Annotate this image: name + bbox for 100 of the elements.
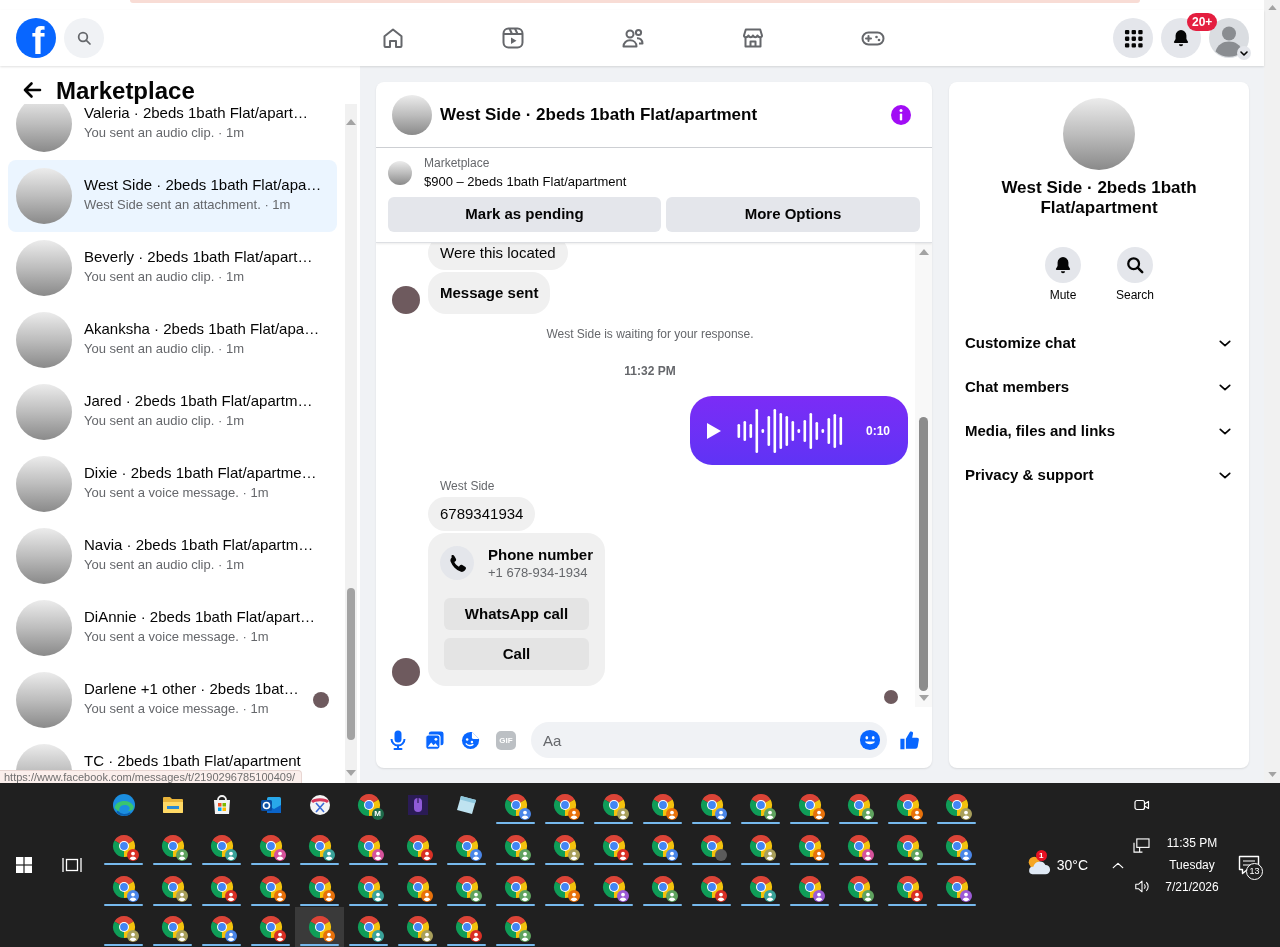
chevron-down-icon[interactable] [1237, 46, 1251, 60]
message-preview: You sent a voice message. · 1m [84, 485, 269, 501]
listing-summary: $900 – 2beds 1bath Flat/apartment [424, 174, 627, 190]
browser-icon [503, 874, 528, 899]
scissors-icon [307, 792, 332, 817]
mouse-icon [405, 792, 430, 817]
info-icon[interactable] [891, 104, 911, 125]
thumbs-up-icon[interactable] [899, 729, 921, 751]
browser-icon [356, 792, 381, 817]
grid-menu-icon [1123, 28, 1143, 48]
microphone-icon[interactable] [390, 730, 406, 750]
browser-icon [356, 874, 381, 899]
play-icon[interactable] [707, 422, 721, 439]
conversation-row[interactable]: Darlene +1 other · 2beds 1bat… You sent a voice message. · 1m [8, 664, 337, 736]
listing-photo [388, 161, 412, 185]
browser-icon [552, 874, 577, 899]
card-action-button[interactable]: Call [444, 638, 589, 670]
browser-icon [699, 874, 724, 899]
message-input[interactable]: Aa [531, 722, 887, 758]
browser-icon [111, 874, 136, 899]
browser-icon [748, 792, 773, 817]
conversation-title: Darlene +1 other · 2beds 1bat… [84, 680, 299, 698]
audio-duration: 0:10 [865, 423, 890, 438]
image-icon[interactable] [424, 730, 444, 750]
browser-icon [111, 792, 136, 817]
network-icon[interactable] [1133, 838, 1150, 853]
conversation-row[interactable]: Beverly · 2beds 1bath Flat/apart… You sent an audio clip. · 1m [8, 232, 337, 304]
browser-icon [846, 874, 871, 899]
clock-date: 7/21/2026 [1165, 879, 1219, 896]
browser-icon [503, 792, 528, 817]
phone-number: +1 678-934-1934 [488, 564, 588, 581]
conversation-row[interactable]: Navia · 2beds 1bath Flat/apartm… You sent an audio clip. · 1m [8, 520, 337, 592]
browser-icon [650, 833, 675, 858]
logo[interactable]: f [16, 18, 56, 58]
browser-icon [552, 792, 577, 817]
message-preview: You sent an audio clip. · 1m [84, 557, 244, 573]
conversation-title: Akanksha · 2beds 1bath Flat/apa… [84, 320, 320, 338]
action-button[interactable]: Mark as pending [388, 197, 661, 232]
conversation-title: West Side · 2beds 1bath Flat/apa… [84, 176, 322, 194]
browser-icon [650, 792, 675, 817]
search-button[interactable] [1117, 247, 1153, 283]
bell-icon [1053, 255, 1073, 275]
speaker-icon[interactable] [1133, 879, 1150, 894]
taskbar-app-button[interactable] [295, 907, 344, 947]
listing-photo [16, 600, 72, 656]
card-title: Phone number [488, 545, 593, 564]
menu-button[interactable] [1113, 18, 1153, 58]
message-bubble: 6789341934 [428, 497, 536, 531]
listing-photo [16, 168, 72, 224]
browser-icon [356, 833, 381, 858]
phone-icon [440, 546, 474, 580]
action-button[interactable]: More Options [666, 197, 920, 232]
section-header[interactable]: Media, files and links [949, 409, 1249, 453]
card-action-button[interactable]: WhatsApp call [444, 598, 589, 630]
conversation-row[interactable]: Akanksha · 2beds 1bath Flat/apa… You sent an audio clip. · 1m [8, 304, 337, 376]
listing-photo [16, 240, 72, 296]
message-preview: You sent a voice message. · 1m [84, 629, 269, 645]
emoji-icon[interactable] [859, 729, 881, 751]
back-arrow-icon[interactable] [22, 80, 42, 100]
message-preview: You sent a voice message. · 1m [84, 701, 269, 717]
section-header[interactable]: Privacy & support [949, 453, 1249, 497]
browser-icon [405, 874, 430, 899]
scrollbar-thumb[interactable] [347, 588, 355, 740]
listing-photo [16, 384, 72, 440]
browser-icon [160, 833, 185, 858]
browser-icon [846, 792, 871, 817]
chevron-up-icon[interactable] [1112, 861, 1124, 869]
windows-icon[interactable] [16, 857, 32, 873]
clock-day: Tuesday [1169, 854, 1215, 876]
mute-button[interactable] [1045, 247, 1081, 283]
sticker-icon[interactable] [460, 730, 480, 750]
seen-avatar [884, 690, 898, 704]
conversation-title: Navia · 2beds 1bath Flat/apartm… [84, 536, 314, 554]
conversation-row[interactable]: Dixie · 2beds 1bath Flat/apartme… You sent a voice message. · 1m [8, 448, 337, 520]
browser-icon [699, 792, 724, 817]
browser-icon [601, 833, 626, 858]
browser-icon [944, 874, 969, 899]
conversation-row[interactable]: Valeria · 2beds 1bath Flat/apart… You sent an audio clip. · 1m [8, 104, 337, 160]
browser-icon [503, 833, 528, 858]
notification-center-icon[interactable] [1238, 855, 1260, 875]
browser-icon [454, 833, 479, 858]
browser-icon [111, 833, 136, 858]
browser-icon [748, 833, 773, 858]
scrollbar-thumb[interactable] [919, 417, 928, 691]
page-title: Marketplace [56, 78, 195, 104]
taskbar-app-button[interactable]: M [344, 784, 393, 825]
conversation-name: West Side · 2beds 1bath Flat/apartment [1000, 178, 1198, 218]
conversation-row[interactable]: West Side · 2beds 1bath Flat/apa… West Side sent an attachment. · 1m [8, 160, 337, 232]
browser-icon [797, 833, 822, 858]
conversation-row[interactable]: Jared · 2beds 1bath Flat/apartm… You sent an audio clip. · 1m [8, 376, 337, 448]
conversation-title: Jared · 2beds 1bath Flat/apartm… [84, 392, 313, 410]
message-bubble: Message sent [428, 272, 551, 314]
listing-photo [16, 104, 72, 152]
section-header[interactable]: Customize chat [949, 321, 1249, 365]
message-preview: You sent an audio clip. · 1m [84, 341, 244, 357]
conversation-row[interactable]: DiAnnie · 2beds 1bath Flat/apart… You sent a voice message. · 1m [8, 592, 337, 664]
task-view-icon[interactable] [62, 856, 82, 874]
button-label: Search [1116, 288, 1154, 302]
browser-icon [797, 874, 822, 899]
section-header[interactable]: Chat members [949, 365, 1249, 409]
